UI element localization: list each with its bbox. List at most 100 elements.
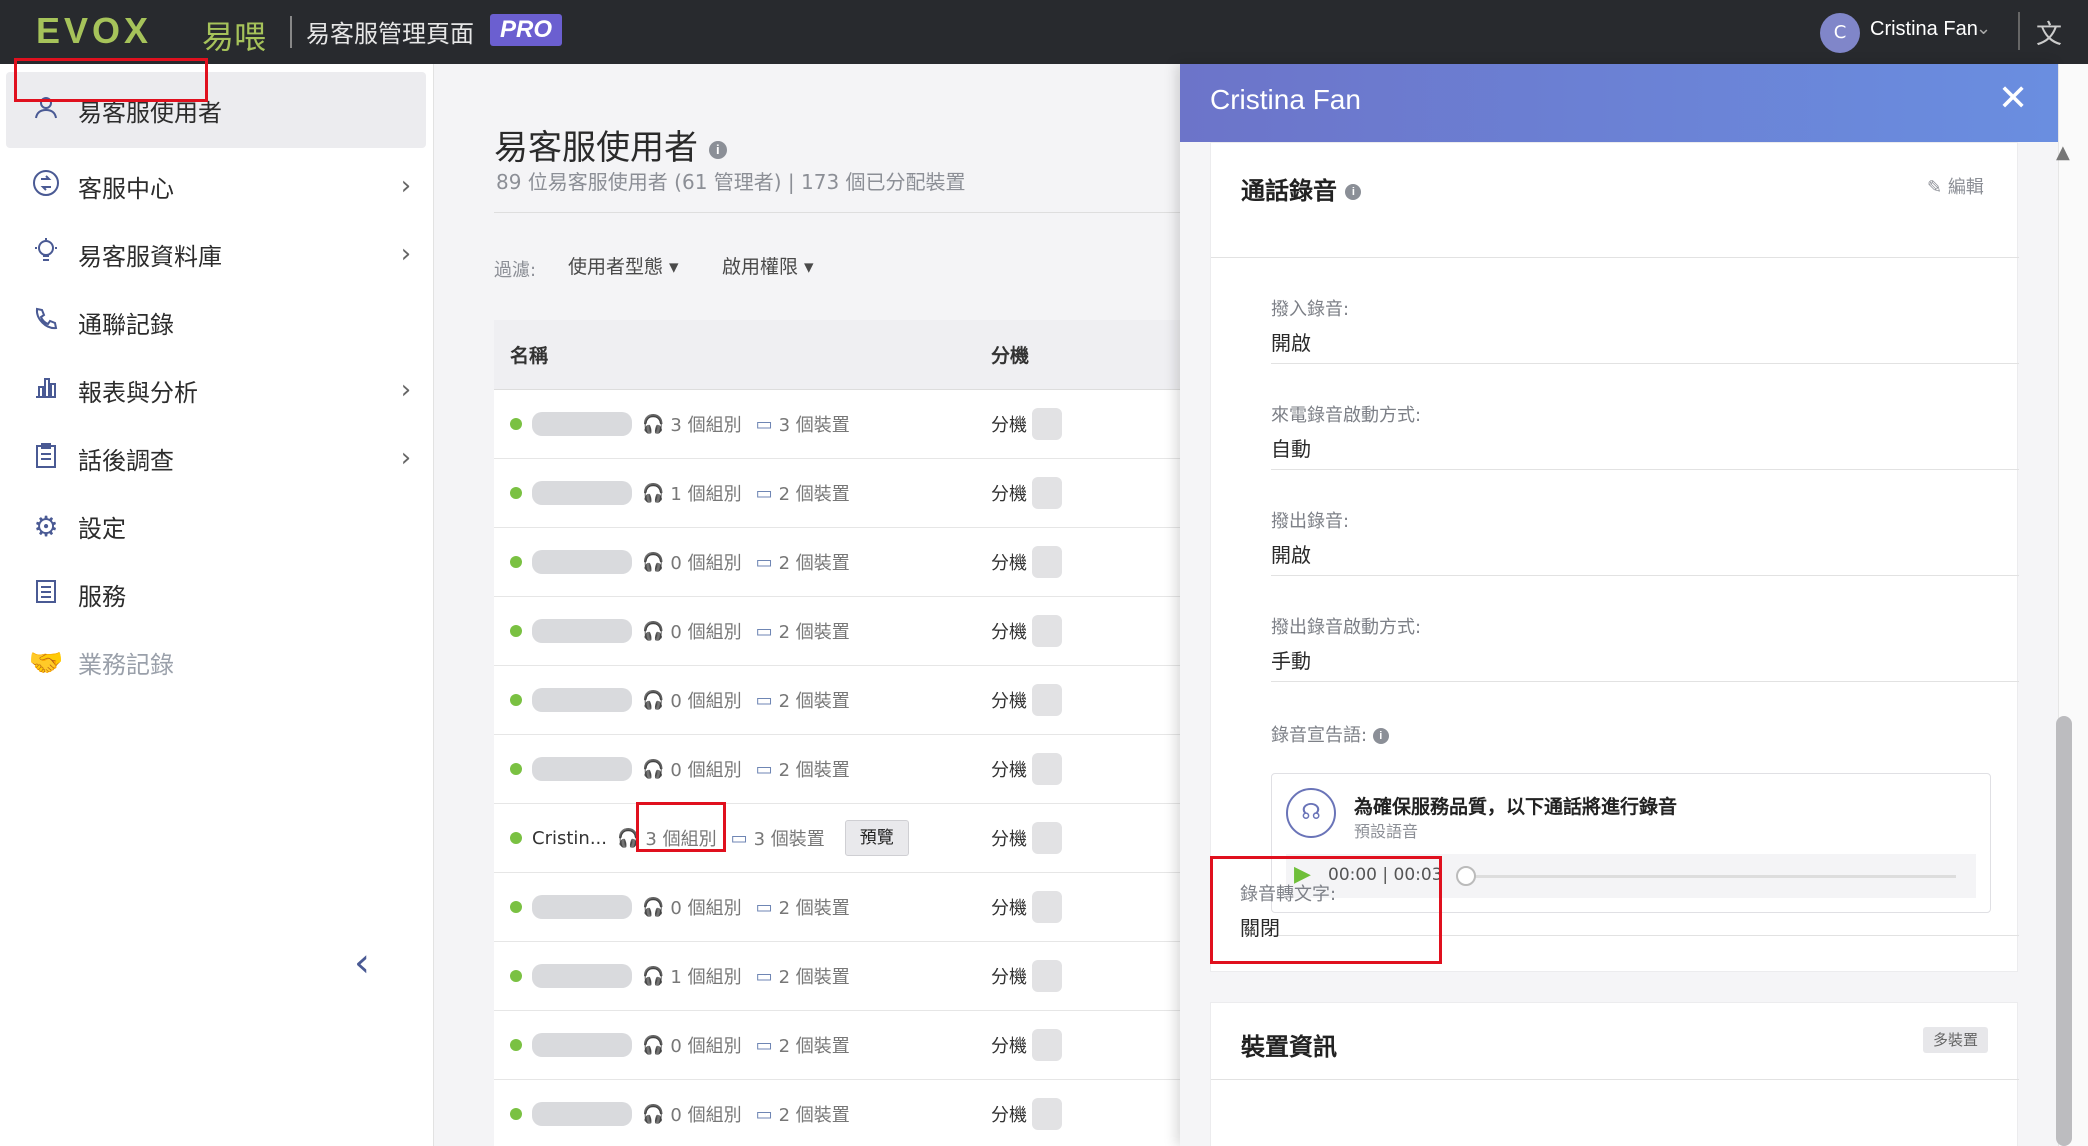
clipboard-icon [26,441,66,476]
sidebar-item-business-records[interactable]: 🤝 業務記錄 [6,624,426,700]
extension: 分機 [991,829,1027,850]
info-icon[interactable]: i [708,140,727,159]
redacted-name [532,550,632,574]
sidebar-item-label: 報表與分析 [78,378,198,407]
sidebar-item-label: 易客服資料庫 [78,242,222,271]
column-header-name[interactable]: 名稱 [510,341,991,368]
device-icon: ▭ [755,1034,773,1056]
sidebar-item-label: 客服中心 [78,174,174,203]
headset-icon: 🎧 [642,1103,665,1125]
outbound-mode-label: 撥出錄音啟動方式: [1271,617,1422,638]
filter-user-type[interactable]: 使用者型態 ▾ [568,252,679,279]
sidebar-item-label: 話後調查 [78,446,174,475]
device-icon: ▭ [755,620,773,642]
device-section-title: 裝置資訊 [1241,1033,1337,1061]
online-status-dot [510,487,522,499]
announcement-title: 為確保服務品質，以下通話將進行錄音 [1354,796,1678,818]
pro-badge: PRO [490,14,563,46]
redacted-extension [1032,546,1062,578]
chevron-right-icon: › [400,171,412,201]
collapse-sidebar-icon[interactable]: ‹ [354,940,370,986]
info-icon[interactable]: i [1345,184,1362,200]
user-menu[interactable]: Cristina Fan [1870,18,1978,41]
group-count: 1 個組別 [670,484,742,505]
translate-icon[interactable]: 文 [2036,14,2062,51]
user-avatar[interactable]: C [1820,13,1860,53]
list-icon [26,577,66,612]
headset-icon: 🎧 [642,1034,665,1056]
highlight-box-transcription [1210,856,1442,964]
close-icon[interactable]: ✕ [1998,78,2028,119]
sidebar-item-settings[interactable]: ⚙ 設定 [6,488,426,564]
sidebar-item-label: 設定 [78,514,126,543]
online-status-dot [510,970,522,982]
extension: 分機 [991,967,1027,988]
group-count: 0 個組別 [670,1036,742,1057]
extension: 分機 [991,691,1027,712]
online-status-dot [510,832,522,844]
filter-permission[interactable]: 啟用權限 ▾ [722,252,814,279]
sidebar-item-knowledge[interactable]: 易客服資料庫 › [6,216,426,292]
redacted-extension [1032,1098,1062,1130]
sidebar: 易客服使用者 客服中心 › 易客服資料庫 › 通聯記錄 報表與分析 › 話後調查… [0,58,434,1146]
highlight-box-preview [636,802,726,852]
sidebar-item-callcenter[interactable]: 客服中心 › [6,148,426,224]
evox-logo[interactable]: EVOX [36,10,152,52]
redacted-name [532,1102,632,1126]
gear-icon: ⚙ [33,509,59,543]
sidebar-item-reports[interactable]: 報表與分析 › [6,352,426,428]
device-icon: ▭ [755,758,773,780]
topbar-separator [2018,12,2020,50]
device-count: 2 個裝置 [778,1105,850,1126]
redacted-extension [1032,822,1062,854]
divider [1211,257,2019,258]
phone-log-icon [26,305,66,340]
divider [1271,681,2019,682]
redacted-name [532,481,632,505]
extension: 分機 [991,415,1027,436]
sidebar-item-call-log[interactable]: 通聯記錄 [6,284,426,360]
edit-link[interactable]: ✎ 編輯 [1927,173,1984,199]
device-count: 2 個裝置 [778,691,850,712]
announcement-label: 錄音宣告語: i [1271,721,1389,747]
sidebar-item-services[interactable]: 服務 [6,556,426,632]
group-count: 0 個組別 [670,691,742,712]
group-count: 0 個組別 [670,1105,742,1126]
extension: 分機 [991,898,1027,919]
bar-chart-icon [26,373,66,408]
recording-section-text: 通話錄音 [1241,177,1337,205]
page-subtitle: 89 位易客服使用者 (61 管理者) | 173 個已分配裝置 [496,170,966,194]
logo-cn: 易喂 [202,18,267,56]
device-icon: ▭ [755,551,773,573]
online-status-dot [510,556,522,568]
chevron-right-icon: › [400,239,412,269]
column-header-extension[interactable]: 分機 [991,341,1029,368]
callcenter-icon [26,168,66,205]
inbound-recording-value: 開啟 [1271,331,1311,355]
scroll-up-icon[interactable]: ▲ [2056,142,2070,163]
device-icon: ▭ [755,965,773,987]
device-icon: ▭ [755,1103,773,1125]
info-icon[interactable]: i [1372,728,1389,744]
redacted-extension [1032,960,1062,992]
device-icon: ▭ [755,896,773,918]
drawer-header: Cristina Fan ✕ [1180,64,2058,142]
progress-knob[interactable] [1456,866,1476,886]
redacted-name [532,1033,632,1057]
headset-icon: 🎧 [642,689,665,711]
chevron-down-icon[interactable]: ⌄ [1976,18,1991,39]
redacted-name [532,964,632,988]
redacted-name [532,412,632,436]
group-count: 0 個組別 [670,622,742,643]
device-count: 3 個裝置 [778,415,850,436]
progress-track[interactable] [1466,875,1956,878]
preview-button[interactable]: 預覽 [844,820,909,856]
sidebar-item-survey[interactable]: 話後調查 › [6,420,426,496]
online-status-dot [510,1039,522,1051]
group-count: 0 個組別 [670,760,742,781]
page-title: 易客服使用者 i [494,120,727,169]
redacted-name [532,619,632,643]
user-name: Cristin... [532,827,607,849]
divider [1271,575,2019,576]
scrollbar-thumb[interactable] [2056,716,2072,1146]
